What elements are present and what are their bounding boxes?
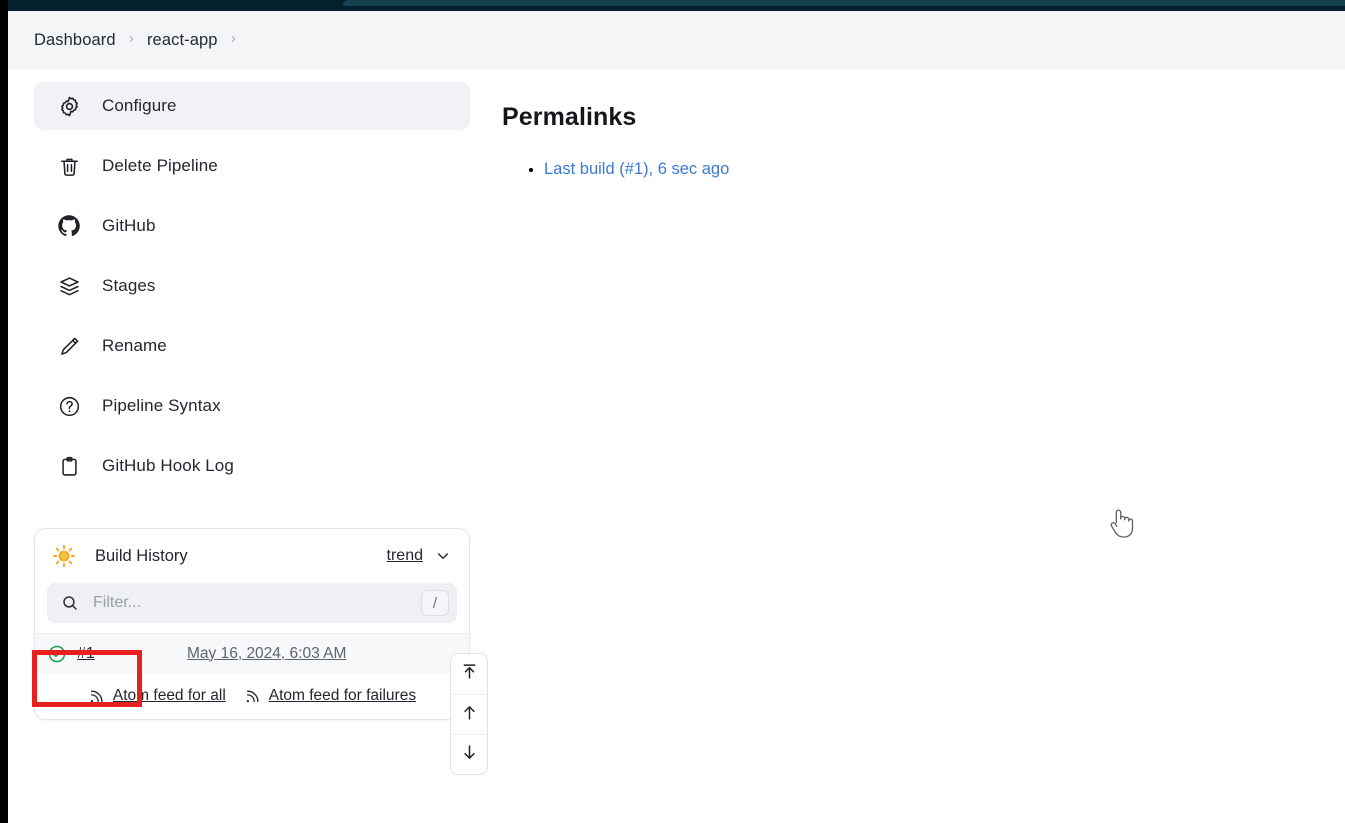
sidebar-item-delete-pipeline[interactable]: Delete Pipeline [34, 142, 470, 190]
rss-icon [244, 687, 262, 705]
sidebar-item-label: Delete Pipeline [102, 156, 218, 175]
build-history-header: Build History trend [35, 529, 469, 583]
build-filter-input[interactable] [91, 593, 421, 613]
atom-feed-failures-link[interactable]: Atom feed for failures [244, 687, 416, 705]
sidebar-item-label: Pipeline Syntax [102, 396, 221, 415]
sidebar-item-label: GitHub Hook Log [102, 456, 234, 475]
breadcrumb-separator-icon: › [230, 30, 236, 47]
arrow-down-icon [460, 743, 479, 767]
scroll-to-top-button[interactable] [451, 654, 487, 694]
permalinks-list: Last build (#1), 6 sec ago [502, 160, 1202, 179]
sidebar-item-github[interactable]: GitHub [34, 202, 470, 250]
browser-tab-strip [343, 0, 1345, 6]
breadcrumb: Dashboard › react-app › [8, 11, 1345, 69]
trash-icon [56, 153, 82, 179]
build-number-link[interactable]: #1 [77, 645, 187, 663]
breadcrumb-item-dashboard[interactable]: Dashboard [34, 31, 116, 50]
build-history-scroll-nav [450, 653, 488, 775]
scroll-down-button[interactable] [451, 734, 487, 774]
breadcrumb-item-react-app[interactable]: react-app [147, 31, 218, 50]
atom-feed-all-label: Atom feed for all [112, 687, 226, 704]
build-history-row[interactable]: #1 May 16, 2024, 6:03 AM [35, 633, 469, 673]
list-item: Last build (#1), 6 sec ago [544, 160, 1202, 179]
weather-sun-icon [51, 543, 77, 569]
breadcrumb-separator-icon: › [128, 30, 134, 47]
window-left-edge [0, 0, 8, 823]
github-icon [56, 213, 82, 239]
sidebar-item-label: GitHub [102, 216, 156, 235]
atom-feed-all-link[interactable]: Atom feed for all [88, 687, 226, 705]
page-body: Configure Delete Pipeline GitHub Stages … [8, 69, 1345, 823]
gear-icon [56, 93, 82, 119]
build-history-title: Build History [95, 546, 188, 565]
sidebar-item-label: Stages [102, 276, 156, 295]
atom-feed-failures-label: Atom feed for failures [268, 687, 417, 704]
sidebar-item-stages[interactable]: Stages [34, 262, 470, 310]
sidebar-item-label: Rename [102, 336, 167, 355]
app-top-bar [8, 0, 1345, 11]
arrow-up-icon [460, 703, 479, 727]
layers-icon [56, 273, 82, 299]
build-filter-box[interactable]: / [47, 583, 457, 623]
sidebar-item-pipeline-syntax[interactable]: Pipeline Syntax [34, 382, 470, 430]
check-circle-icon [47, 644, 67, 664]
sidebar-item-configure[interactable]: Configure [34, 82, 470, 130]
search-icon [61, 594, 79, 612]
arrow-to-top-icon [460, 662, 479, 686]
mouse-cursor-pointer-hand [1106, 506, 1136, 544]
clipboard-icon [56, 453, 82, 479]
sidebar-item-github-hook-log[interactable]: GitHub Hook Log [34, 442, 470, 490]
rss-icon [88, 687, 106, 705]
filter-shortcut-badge: / [421, 590, 449, 616]
sidebar-item-rename[interactable]: Rename [34, 322, 470, 370]
atom-feed-links: Atom feed for all Atom feed for failures [35, 673, 469, 719]
page-title: Permalinks [502, 103, 637, 131]
app-window: Dashboard › react-app › Configure Delete… [0, 0, 1345, 823]
last-build-permalink[interactable]: Last build (#1), 6 sec ago [544, 160, 729, 178]
trend-link[interactable]: trend [387, 547, 423, 565]
scroll-up-button[interactable] [451, 694, 487, 734]
build-timestamp-link[interactable]: May 16, 2024, 6:03 AM [187, 645, 346, 663]
question-circle-icon [56, 393, 82, 419]
main-content: Permalinks Last build (#1), 6 sec ago [502, 103, 1202, 185]
build-history-panel: Build History trend / [34, 528, 470, 720]
chevron-down-icon[interactable] [435, 548, 451, 564]
sidebar-item-label: Configure [102, 96, 177, 115]
sidebar: Configure Delete Pipeline GitHub Stages … [34, 82, 470, 502]
pencil-icon [56, 333, 82, 359]
